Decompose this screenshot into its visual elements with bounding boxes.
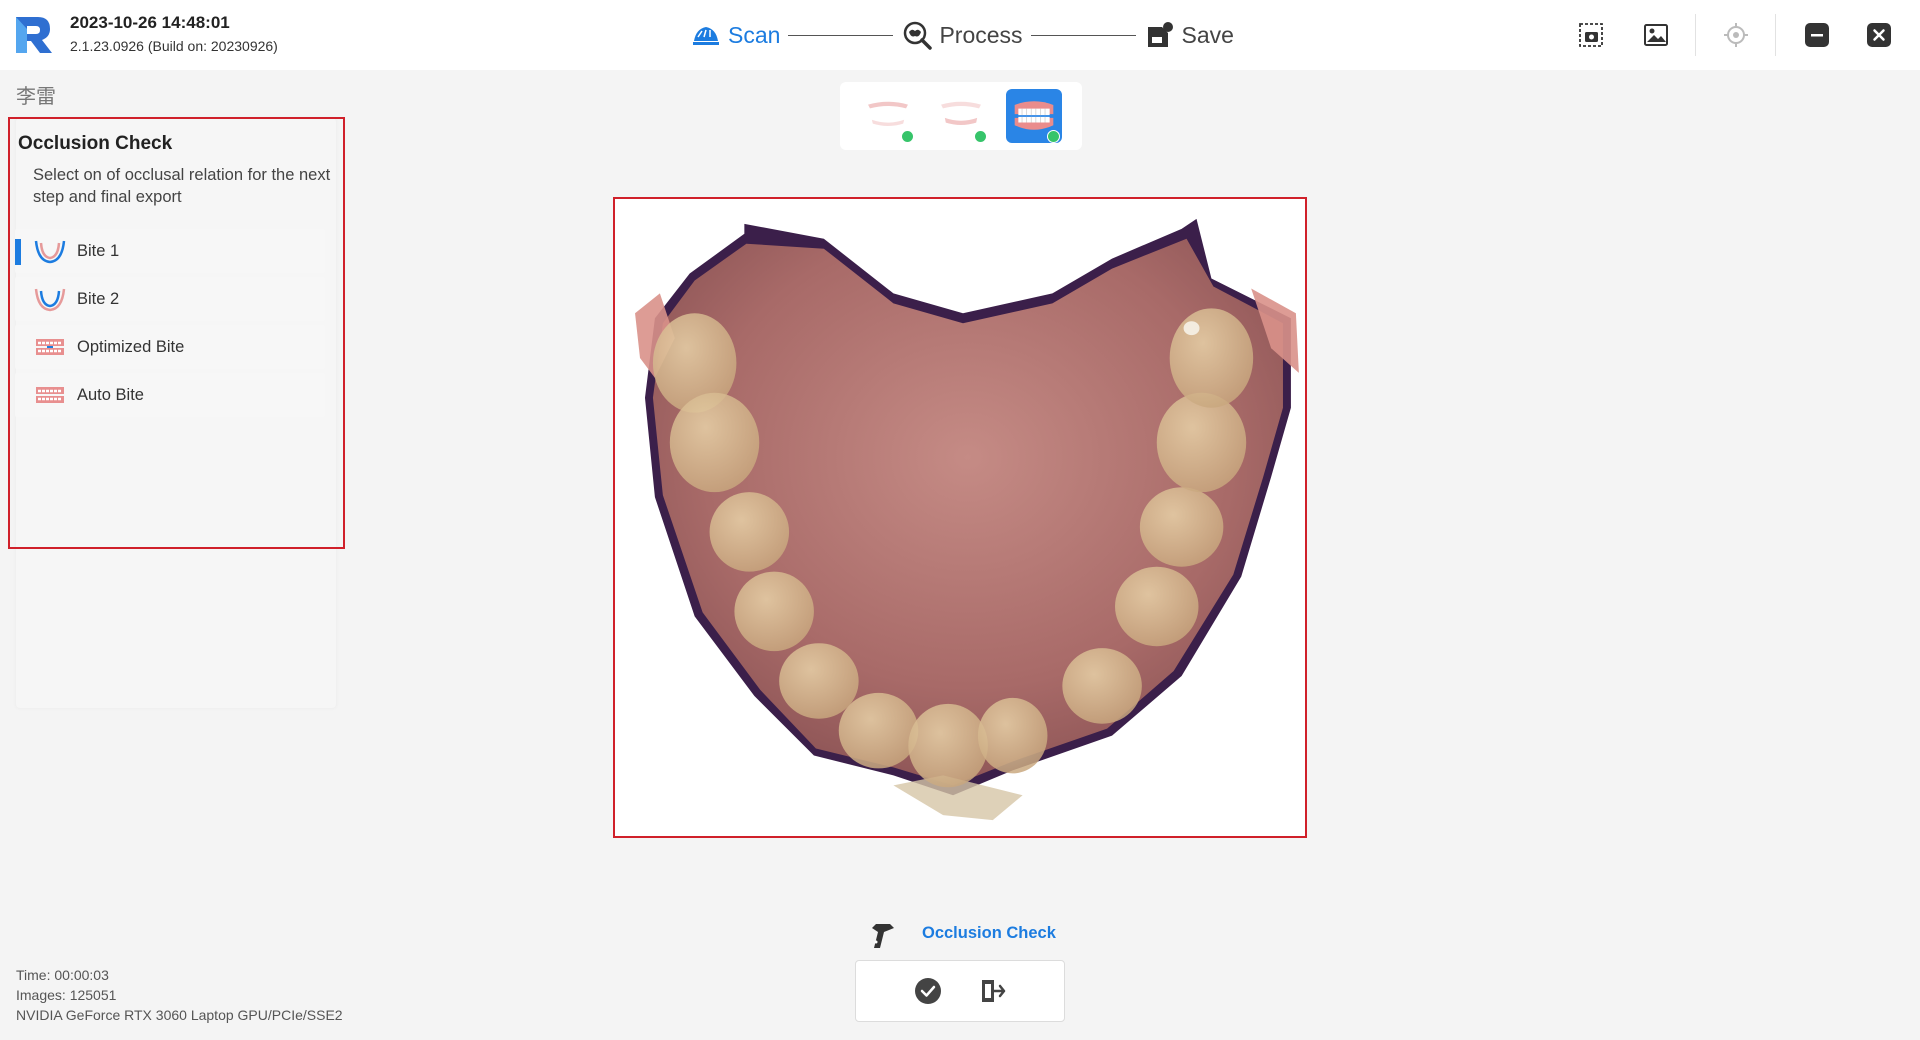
- close-button[interactable]: [1862, 18, 1896, 52]
- minimize-icon: [1805, 23, 1829, 47]
- scanner-button[interactable]: [866, 918, 900, 952]
- screenshot-icon: [1579, 23, 1603, 47]
- app-logo-icon: [16, 17, 52, 53]
- image-count: Images: 125051: [16, 987, 117, 1003]
- workflow-connector: [788, 34, 894, 36]
- workflow-step-process[interactable]: Process: [901, 19, 1023, 51]
- locate-button[interactable]: [1719, 18, 1753, 52]
- header-separator: [1775, 14, 1776, 56]
- occlusion-check-panel: Occlusion Check Select on of occlusal re…: [8, 117, 345, 549]
- exit-button[interactable]: [977, 976, 1007, 1006]
- workflow-step-label: Scan: [728, 21, 781, 48]
- bite-item-auto-bite[interactable]: Auto Bite: [15, 373, 325, 417]
- bite-item-label: Optimized Bite: [77, 337, 185, 356]
- gpu-info: NVIDIA GeForce RTX 3060 Laptop GPU/PCIe/…: [16, 1007, 343, 1023]
- process-icon: [904, 21, 933, 50]
- workflow-steps: Scan Process Save: [690, 15, 1234, 55]
- gallery-button[interactable]: [1639, 18, 1673, 52]
- bite-item-label: Bite 2: [77, 289, 120, 308]
- bite-1-icon: [34, 240, 66, 264]
- title-bar: 2023-10-26 14:48:01 2.1.23.0926 (Build o…: [0, 0, 1920, 70]
- bite-list: Bite 1 Bite 2 Optimized Bite Auto Bite: [15, 229, 325, 421]
- scan-thumbnails: [840, 82, 1082, 150]
- scan-time: Time: 00:00:03: [16, 967, 109, 983]
- bite-item-label: Auto Bite: [77, 385, 144, 404]
- panel-title: Occlusion Check: [18, 133, 173, 154]
- save-icon: [1147, 22, 1173, 47]
- thumbnail-lower-jaw[interactable]: [933, 89, 989, 143]
- close-icon: [1867, 23, 1891, 47]
- gallery-icon: [1644, 24, 1668, 46]
- workflow-connector: [1030, 34, 1136, 36]
- bite-2-icon: [34, 288, 66, 312]
- scan-icon: [693, 27, 719, 45]
- auto-bite-icon: [36, 387, 64, 403]
- confirm-button[interactable]: [913, 976, 943, 1006]
- selection-indicator: [15, 239, 21, 265]
- thumbnail-bite[interactable]: [1005, 89, 1062, 143]
- scanner-icon: [872, 924, 894, 948]
- check-icon: [1046, 130, 1060, 143]
- 3d-model-viewport[interactable]: [613, 197, 1307, 838]
- current-step-label: Occlusion Check: [922, 924, 1056, 942]
- header-separator: [1695, 14, 1696, 56]
- patient-name: 李雷: [16, 84, 56, 108]
- thumbnail-upper-jaw[interactable]: [860, 89, 916, 143]
- check-icon: [901, 130, 915, 143]
- bite-item-label: Bite 1: [77, 241, 120, 260]
- bite-teeth-icon: [1014, 101, 1053, 130]
- locate-icon: [1724, 23, 1748, 47]
- minimize-button[interactable]: [1800, 18, 1834, 52]
- confirm-icon: [915, 978, 941, 1004]
- session-datetime: 2023-10-26 14:48:01: [70, 13, 230, 32]
- dental-arch-model: [635, 218, 1299, 821]
- optimized-bite-icon: [36, 339, 64, 355]
- check-icon: [973, 130, 987, 143]
- exit-icon: [982, 980, 1006, 1002]
- app-version: 2.1.23.0926 (Build on: 20230926): [70, 38, 278, 54]
- workflow-step-scan[interactable]: Scan: [690, 19, 780, 51]
- bite-item-bite-2[interactable]: Bite 2: [15, 277, 325, 321]
- bite-item-bite-1[interactable]: Bite 1: [15, 229, 325, 273]
- bite-item-optimized-bite[interactable]: Optimized Bite: [15, 325, 325, 369]
- workflow-step-label: Process: [939, 21, 1023, 48]
- session-info: Time: 00:00:03 Images: 125051 NVIDIA GeF…: [16, 965, 343, 1025]
- workflow-step-label: Save: [1181, 21, 1234, 48]
- panel-description: Select on of occlusal relation for the n…: [33, 166, 331, 206]
- action-toolbar: [855, 960, 1065, 1022]
- workflow-step-save[interactable]: Save: [1144, 19, 1234, 51]
- screenshot-button[interactable]: [1574, 18, 1608, 52]
